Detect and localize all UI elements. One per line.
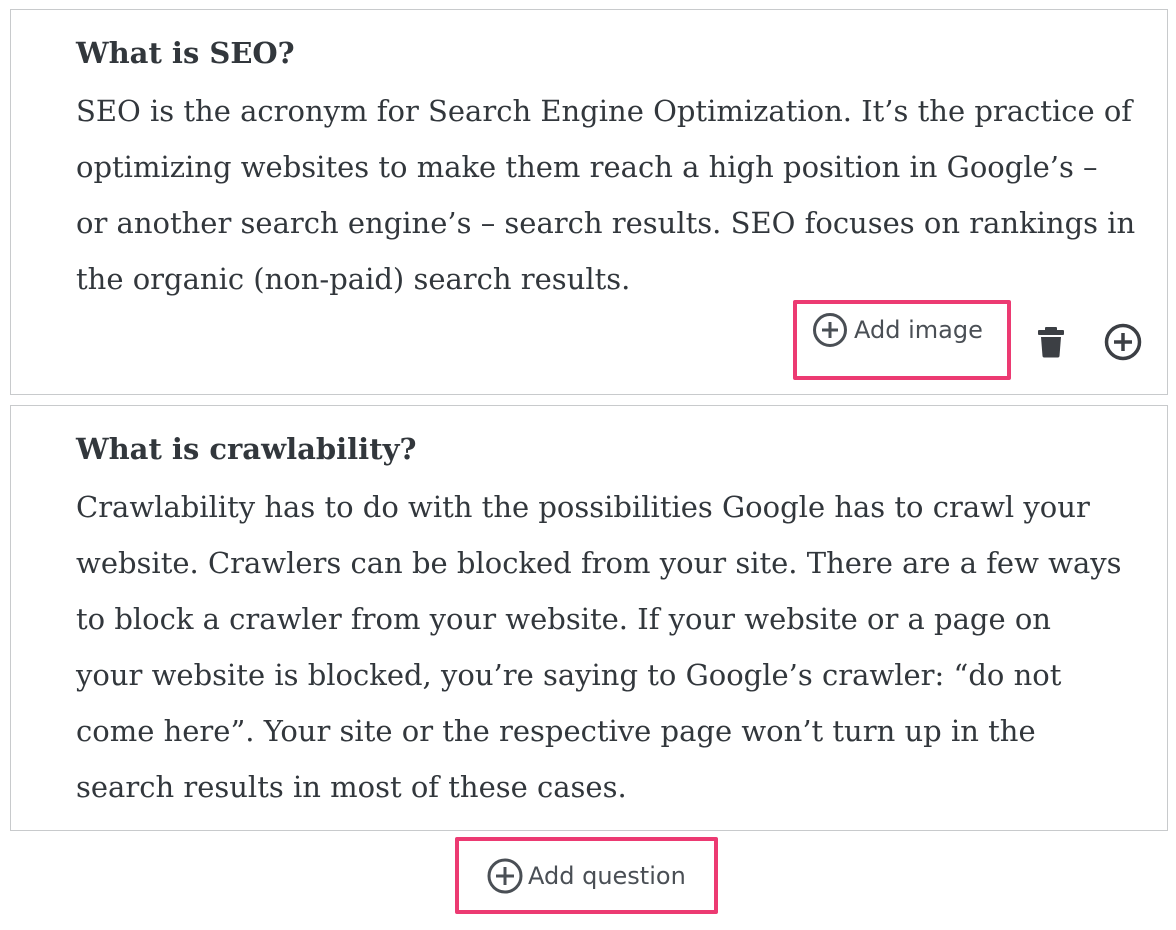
insert-block-button[interactable] [1103, 322, 1143, 362]
add-question-button[interactable]: Add question [486, 852, 686, 900]
plus-circle-icon [1104, 323, 1142, 361]
faq-block-2: What is crawlability? Crawlability has t… [10, 405, 1168, 831]
add-question-label: Add question [528, 862, 686, 890]
faq-block-1: What is SEO? SEO is the acronym for Sear… [10, 9, 1168, 395]
faq-question-2[interactable]: What is crawlability? [76, 435, 1157, 464]
trash-icon [1037, 326, 1065, 358]
faq-answer-2[interactable]: Crawlability has to do with the possibil… [76, 479, 1159, 815]
faq-question-1[interactable]: What is SEO? [76, 39, 1157, 68]
add-image-button[interactable]: Add image [812, 308, 983, 352]
add-image-label: Add image [854, 316, 983, 344]
plus-circle-icon [486, 857, 524, 895]
delete-block-button[interactable] [1031, 322, 1071, 362]
plus-circle-icon [812, 312, 848, 348]
faq-answer-1[interactable]: SEO is the acronym for Search Engine Opt… [76, 83, 1159, 307]
